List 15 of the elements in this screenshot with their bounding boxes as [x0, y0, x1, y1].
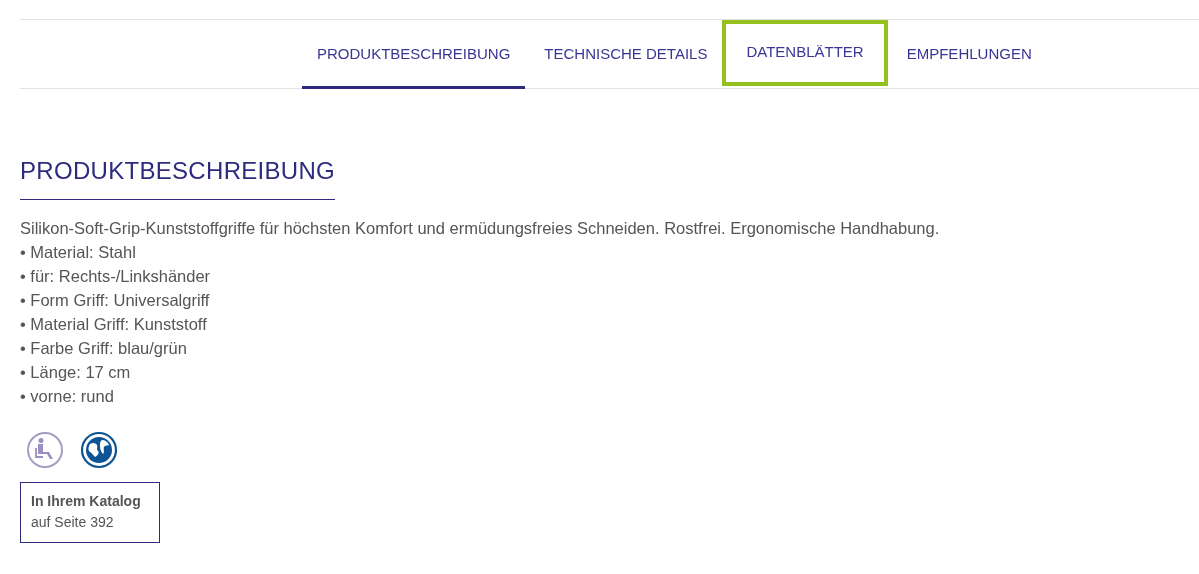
description-line: • Farbe Griff: blau/grün — [20, 338, 188, 359]
section-heading: PRODUKTBESCHREIBUNG — [20, 157, 336, 200]
tab[interactable]: EMPFEHLUNGEN — [891, 20, 1047, 89]
tab[interactable]: PRODUKTBESCHREIBUNG — [302, 20, 526, 89]
description-line: Silikon-Soft-Grip-Kunststoffgriffe für höchsten Komfort und ermüdungsfreies Schneiden. Rostfrei. Ergonomische Handhabung. — [20, 218, 941, 239]
tab[interactable]: TECHNISCHE DETAILS — [529, 20, 723, 89]
description-line: • Länge: 17 cm — [20, 362, 132, 383]
seated-person-icon — [26, 431, 64, 469]
description-line: • Form Griff: Universalgriff — [20, 290, 211, 311]
description-line: • Material Griff: Kunststoff — [20, 314, 208, 335]
catalog-title: In Ihrem Katalog — [31, 493, 142, 509]
catalog-page: auf Seite 392 — [31, 514, 115, 530]
description-line: • Material: Stahl — [20, 242, 137, 263]
description-line: • vorne: rund — [20, 386, 115, 407]
description-line: • für: Rechts-/Linkshänder — [20, 266, 212, 287]
